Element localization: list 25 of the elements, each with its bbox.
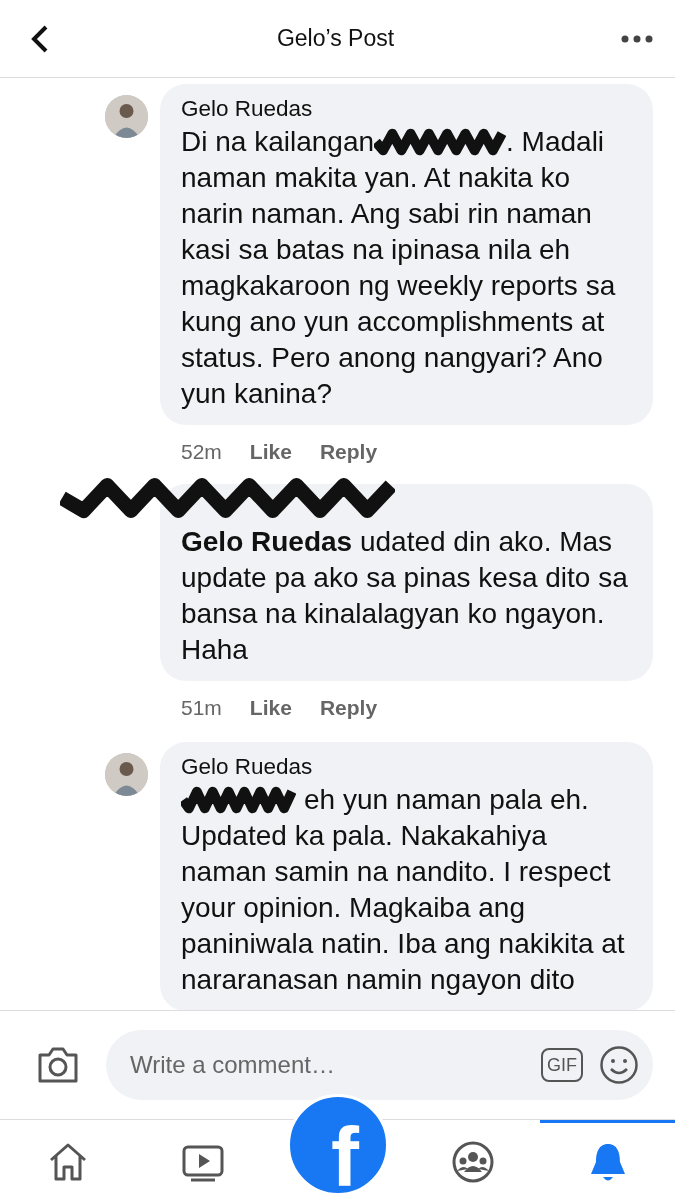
back-icon[interactable]	[30, 23, 50, 54]
gif-button[interactable]: GIF	[541, 1048, 583, 1082]
comment-text: . Madali	[506, 126, 605, 158]
facebook-logo[interactable]: f	[287, 1094, 389, 1196]
avatar[interactable]	[105, 753, 148, 796]
comment-time: 51m	[181, 695, 222, 721]
page-title: Gelo’s Post	[276, 25, 395, 52]
groups-icon	[450, 1139, 495, 1184]
like-link[interactable]: Like	[249, 693, 292, 723]
smiley-icon[interactable]	[599, 1045, 639, 1085]
reply-link[interactable]: Reply	[319, 437, 378, 467]
author-name[interactable]: Gelo Ruedas	[181, 754, 633, 782]
camera-icon[interactable]	[36, 1046, 80, 1084]
comment-text: Gelo Ruedas udated din ako. Mas update pa ako sa pinas kesa dito sa bansa na kinalalagyan ko ngayon. Haha	[181, 525, 629, 667]
comment-text: eh yun naman pala eh.	[304, 784, 589, 816]
comment-text: naman makita yan. At nakita ko narin naman. Ang sabi rin naman kasi sa batas na ipinasa nila eh magkakaroon ng weekly reports sa kung ano yun accomplishments at status. Pero anong nangyari? Ano yun kanina?	[181, 161, 617, 411]
comment-text: Updated ka pala. Nakakahiya naman samin na nandito. I respect your opinion. Magkaiba ang paniniwala natin. Iba ang nakikita at nararanasan namin ngayon dito	[181, 819, 626, 997]
more-icon[interactable]	[621, 34, 653, 43]
author-name[interactable]: Gelo Ruedas	[181, 96, 633, 124]
like-link[interactable]: Like	[249, 437, 292, 467]
comment-text: Di na kailangan	[181, 126, 375, 158]
reply-link[interactable]: Reply	[319, 693, 378, 723]
avatar[interactable]	[105, 95, 148, 138]
comment-field[interactable]: Write a comment… GIF	[106, 1030, 653, 1100]
comment-time: 52m	[181, 439, 222, 465]
